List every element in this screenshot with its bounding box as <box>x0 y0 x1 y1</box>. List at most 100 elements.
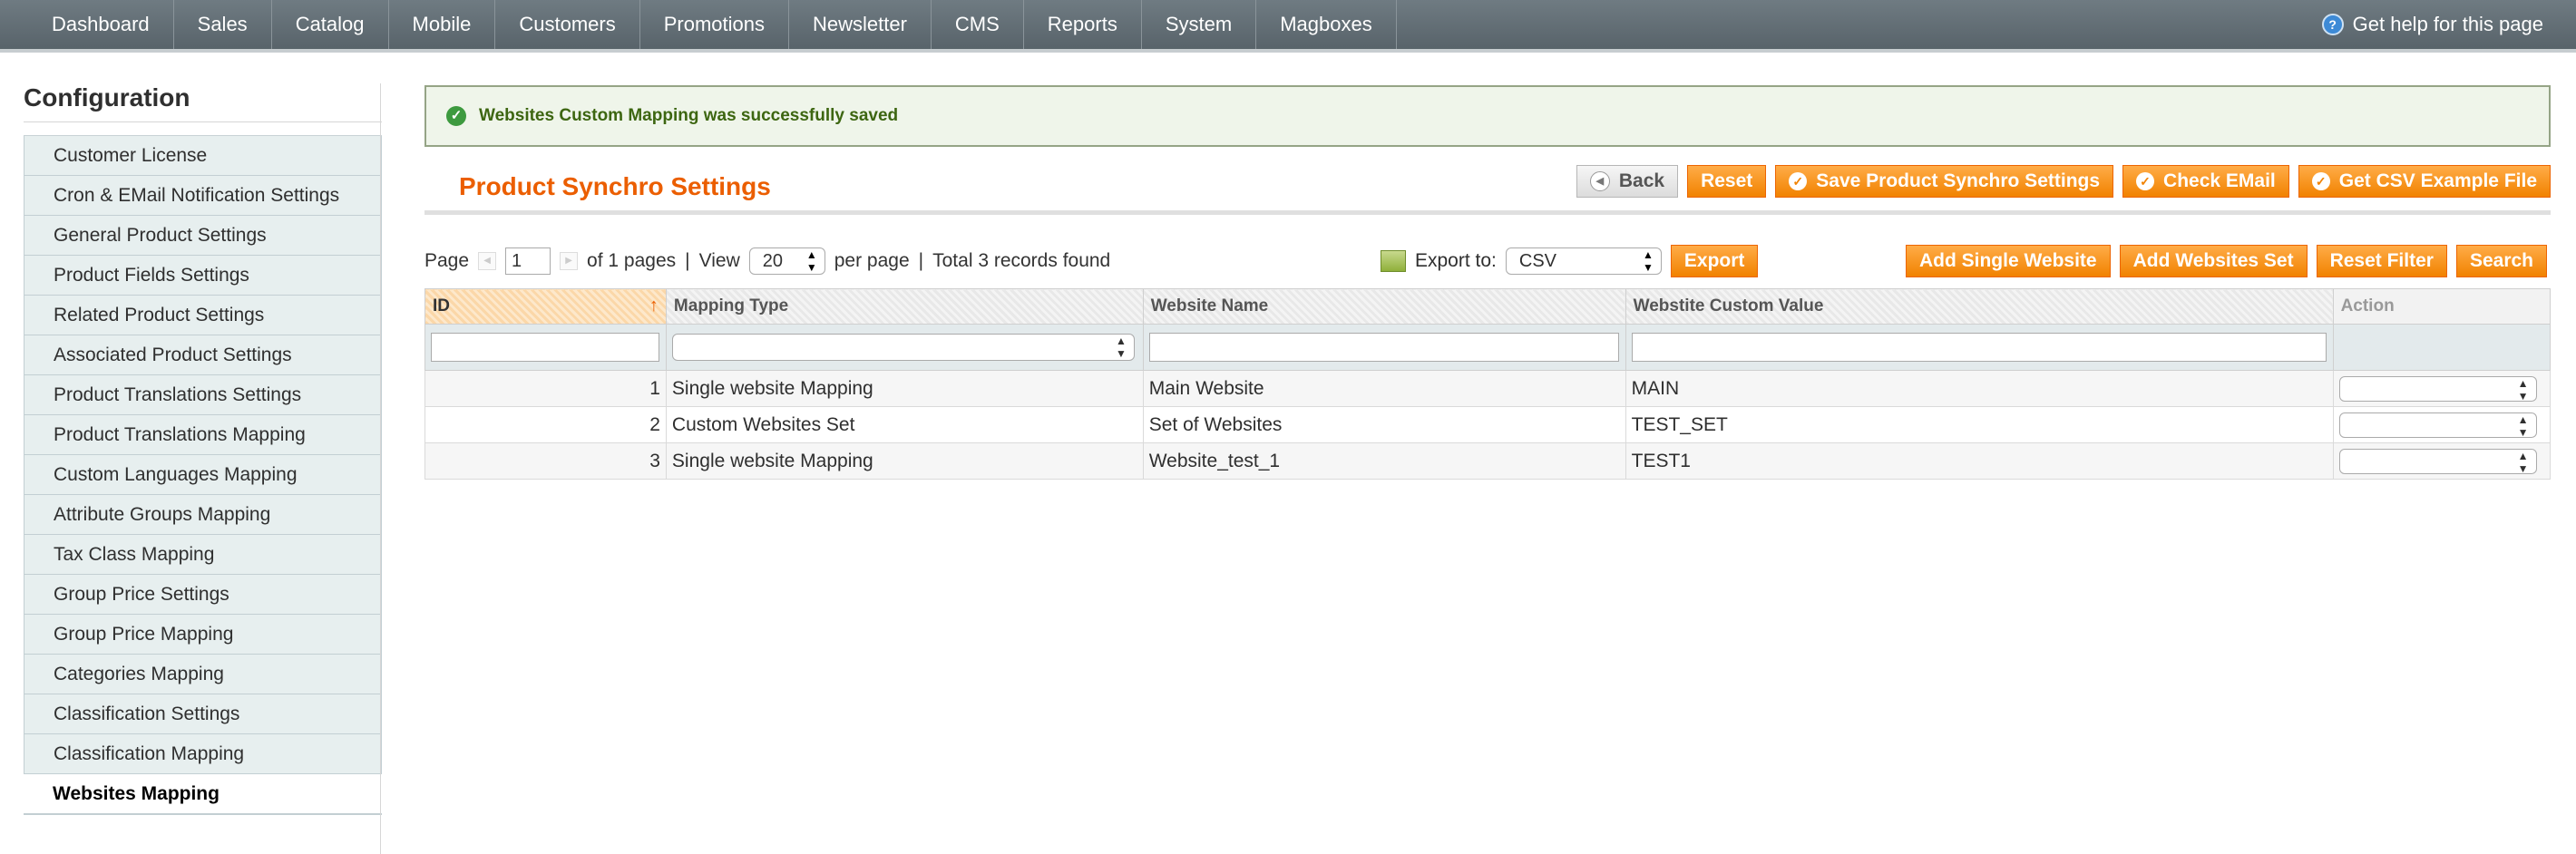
back-button[interactable]: ◀ Back <box>1576 165 1679 198</box>
filter-cell: ▲ ▼ <box>665 324 1144 371</box>
filter-row: ▲ ▼ <box>424 324 2552 371</box>
pager-separator: | <box>685 250 690 271</box>
prev-page-icon[interactable]: ◀ <box>478 252 497 270</box>
export-label: Export to: <box>1415 250 1497 271</box>
filter-custom-value-input[interactable] <box>1631 333 2327 362</box>
column-header-mapping-type[interactable]: Mapping Type <box>665 288 1144 325</box>
add-websites-set-button[interactable]: Add Websites Set <box>2119 245 2308 277</box>
add-single-website-label: Add Single Website <box>1918 250 2097 271</box>
help-link[interactable]: ? Get help for this page <box>2321 0 2543 49</box>
websites-mapping-table: ID ↑ Mapping Type Website Name Webstite … <box>424 288 2552 480</box>
sidebar-divider <box>380 83 381 854</box>
success-message: ✓ Websites Custom Mapping was successful… <box>424 85 2551 147</box>
select-arrows-icon: ▲ ▼ <box>2517 376 2529 403</box>
sidebar-item-attribute-groups[interactable]: Attribute Groups Mapping <box>24 495 382 535</box>
sidebar-item-general-product[interactable]: General Product Settings <box>24 216 382 256</box>
filter-cell <box>1625 324 2334 371</box>
sidebar-item-product-translations-settings[interactable]: Product Translations Settings <box>24 375 382 415</box>
cell-id: 2 <box>424 406 667 443</box>
column-header-custom-value[interactable]: Webstite Custom Value <box>1625 288 2334 325</box>
nav-newsletter[interactable]: Newsletter <box>789 0 932 49</box>
sidebar-item-custom-languages[interactable]: Custom Languages Mapping <box>24 455 382 495</box>
check-email-label: Check EMail <box>2163 170 2276 191</box>
export-button[interactable]: Export <box>1670 245 1759 277</box>
nav-cms[interactable]: CMS <box>932 0 1024 49</box>
select-arrows-icon: ▲ ▼ <box>805 248 817 274</box>
row-action-select[interactable]: ▲ ▼ <box>2338 448 2537 475</box>
sidebar-item-group-price-settings[interactable]: Group Price Settings <box>24 575 382 615</box>
cell-website-name: Website_test_1 <box>1142 442 1626 480</box>
nav-catalog[interactable]: Catalog <box>272 0 389 49</box>
column-header-website-name[interactable]: Website Name <box>1142 288 1626 325</box>
save-settings-button[interactable]: ✓ Save Product Synchro Settings <box>1775 165 2114 198</box>
sidebar-title: Configuration <box>24 83 382 122</box>
check-icon: ✓ <box>2136 172 2155 190</box>
nav-dashboard[interactable]: Dashboard <box>28 0 174 49</box>
nav-mobile[interactable]: Mobile <box>389 0 496 49</box>
nav-reports[interactable]: Reports <box>1024 0 1142 49</box>
help-label: Get help for this page <box>2352 13 2543 35</box>
sidebar-item-websites-mapping[interactable]: Websites Mapping <box>24 774 382 815</box>
back-arrow-icon: ◀ <box>1589 171 1610 191</box>
cell-action: ▲ ▼ <box>2332 442 2552 480</box>
sidebar-item-classification-mapping[interactable]: Classification Mapping <box>24 734 382 774</box>
nav-promotions[interactable]: Promotions <box>640 0 789 49</box>
sidebar-item-cron-email[interactable]: Cron & EMail Notification Settings <box>24 176 382 216</box>
nav-sales[interactable]: Sales <box>174 0 272 49</box>
sidebar-item-customer-license[interactable]: Customer License <box>24 136 382 176</box>
sidebar-item-related-product[interactable]: Related Product Settings <box>24 296 382 335</box>
export-format-select[interactable]: CSV ▲ ▼ <box>1505 247 1662 275</box>
success-check-icon: ✓ <box>446 106 466 126</box>
cell-website-name: Main Website <box>1142 370 1626 407</box>
per-page-select[interactable]: 20 ▲ ▼ <box>748 247 825 275</box>
column-header-id-label: ID <box>433 296 450 315</box>
table-row[interactable]: 3 Single website Mapping Website_test_1 … <box>424 442 2552 480</box>
page-actions: ◀ Back Reset ✓ Save Product Synchro Sett… <box>1576 165 2551 198</box>
sidebar-item-classification-settings[interactable]: Classification Settings <box>24 694 382 734</box>
sort-ascending-icon: ↑ <box>649 296 659 315</box>
sidebar-item-categories-mapping[interactable]: Categories Mapping <box>24 655 382 694</box>
sidebar-item-product-fields[interactable]: Product Fields Settings <box>24 256 382 296</box>
sidebar-item-associated-product[interactable]: Associated Product Settings <box>24 335 382 375</box>
table-row[interactable]: 2 Custom Websites Set Set of Websites TE… <box>424 406 2552 443</box>
save-settings-label: Save Product Synchro Settings <box>1816 170 2101 191</box>
page-label: Page <box>424 250 470 271</box>
reset-filter-button[interactable]: Reset Filter <box>2316 245 2447 277</box>
cell-action: ▲ ▼ <box>2332 406 2552 443</box>
reset-button-label: Reset <box>1701 170 1753 191</box>
filter-website-name-input[interactable] <box>1148 333 1619 362</box>
per-page-label: per page <box>834 250 910 271</box>
export-format-value: CSV <box>1518 251 1557 271</box>
page-number-input[interactable]: 1 <box>505 247 551 275</box>
per-page-value: 20 <box>762 251 783 271</box>
table-row[interactable]: 1 Single website Mapping Main Website MA… <box>424 370 2552 407</box>
sidebar-item-group-price-mapping[interactable]: Group Price Mapping <box>24 615 382 655</box>
nav-magboxes[interactable]: Magboxes <box>1256 0 1397 49</box>
add-single-website-button[interactable]: Add Single Website <box>1905 245 2111 277</box>
sidebar-item-product-translations-mapping[interactable]: Product Translations Mapping <box>24 415 382 455</box>
config-sidebar: Configuration Customer License Cron & EM… <box>24 83 382 815</box>
check-email-button[interactable]: ✓ Check EMail <box>2122 165 2289 198</box>
filter-id-input[interactable] <box>431 333 659 362</box>
row-action-select[interactable]: ▲ ▼ <box>2338 375 2537 403</box>
row-action-select[interactable]: ▲ ▼ <box>2338 412 2537 439</box>
next-page-icon[interactable]: ▶ <box>560 252 579 270</box>
filter-cell <box>1142 324 1626 371</box>
filter-mapping-type-select[interactable]: ▲ ▼ <box>671 334 1135 361</box>
check-icon: ✓ <box>1789 172 1808 190</box>
reset-button[interactable]: Reset <box>1687 165 1767 198</box>
csv-example-button[interactable]: ✓ Get CSV Example File <box>2298 165 2551 198</box>
total-records: Total 3 records found <box>932 250 1111 271</box>
column-header-id[interactable]: ID ↑ <box>424 288 667 325</box>
select-arrows-icon: ▲ ▼ <box>1643 248 1654 274</box>
cell-custom-value: TEST1 <box>1625 442 2334 480</box>
column-header-action: Action <box>2332 288 2552 325</box>
nav-system[interactable]: System <box>1142 0 1257 49</box>
search-button[interactable]: Search <box>2455 245 2547 277</box>
cell-action: ▲ ▼ <box>2332 370 2552 407</box>
nav-customers[interactable]: Customers <box>495 0 640 49</box>
pager-separator: | <box>918 250 924 271</box>
sidebar-item-tax-class[interactable]: Tax Class Mapping <box>24 535 382 575</box>
filter-cell <box>424 324 667 371</box>
export-controls: Export to: CSV ▲ ▼ Export <box>1381 245 1759 277</box>
